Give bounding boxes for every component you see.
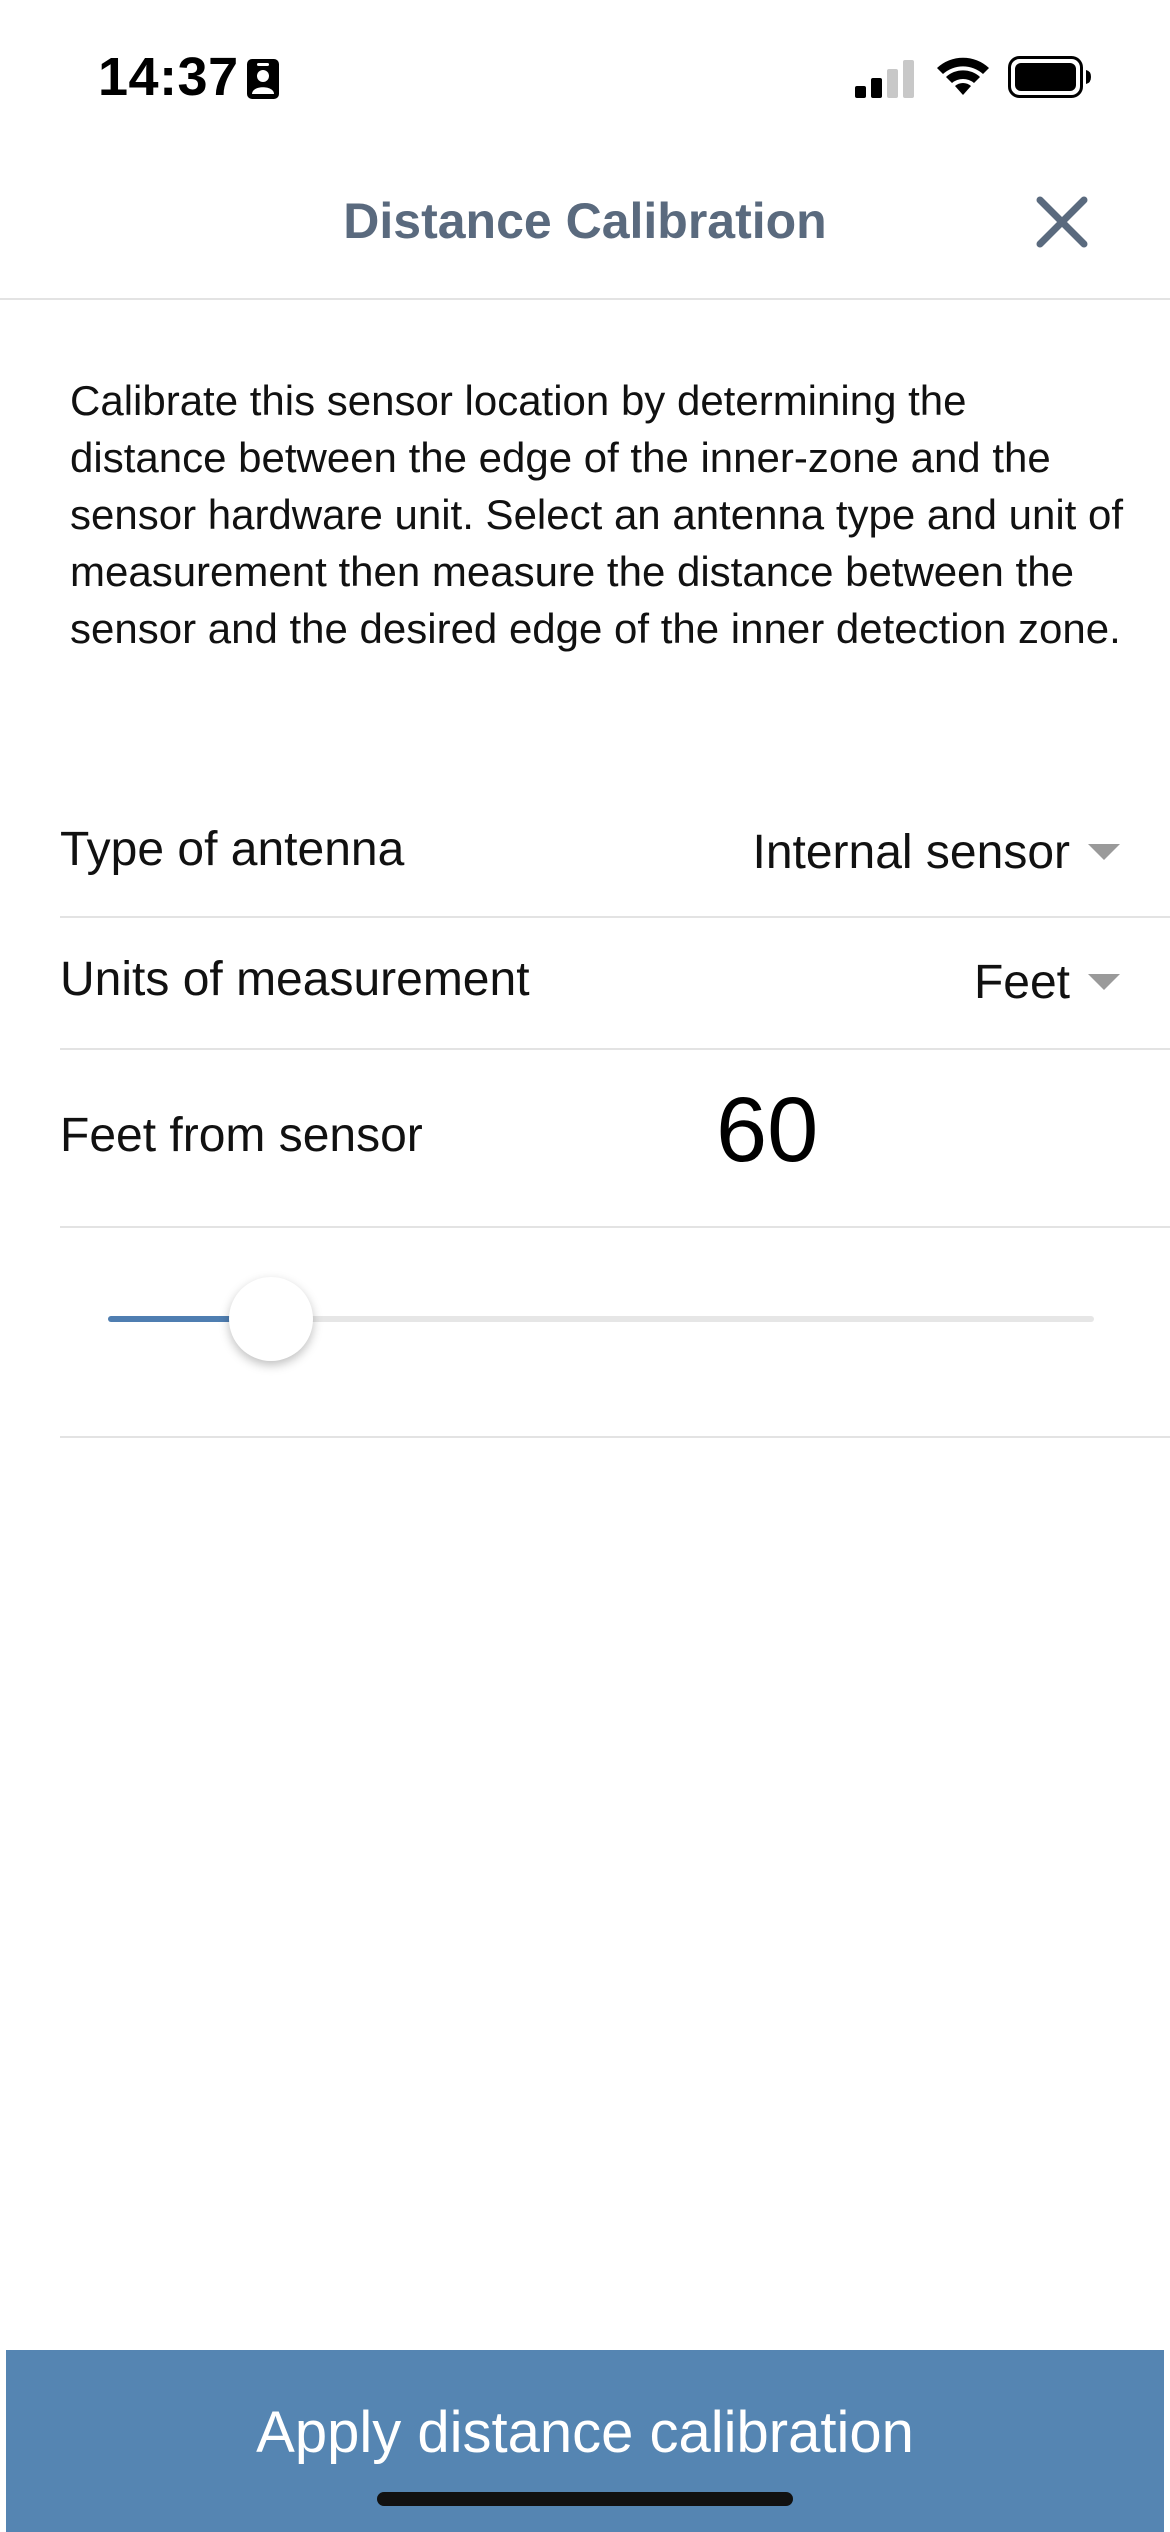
distance-label: Feet from sensor (60, 1109, 423, 1162)
distance-row: Feet from sensor 60 (60, 1050, 1170, 1228)
units-value: Feet (973, 955, 1070, 1009)
modal-header: Distance Calibration (0, 150, 1170, 300)
status-bar: 14:37 (0, 0, 1170, 150)
distance-slider-row (60, 1228, 1170, 1438)
person-card-icon (247, 59, 279, 99)
distance-value: 60 (716, 1079, 819, 1181)
units-select[interactable]: Feet (974, 942, 1170, 1022)
home-indicator (377, 2492, 793, 2506)
page-title: Distance Calibration (343, 193, 827, 249)
caret-down-icon (1088, 844, 1120, 860)
cellular-signal-icon (855, 60, 914, 98)
antenna-type-value: Internal sensor (752, 825, 1070, 879)
antenna-type-label: Type of antenna (60, 823, 405, 876)
close-button[interactable] (1030, 190, 1094, 254)
battery-icon (1008, 56, 1091, 98)
distance-slider[interactable] (108, 1277, 1094, 1361)
calibration-description: Calibrate this sensor location by determ… (70, 377, 1124, 652)
units-label: Units of measurement (60, 953, 530, 1006)
close-icon (1036, 196, 1088, 248)
antenna-type-select[interactable]: Internal sensor (752, 812, 1170, 892)
status-time: 14:37 (98, 47, 239, 107)
slider-thumb[interactable] (228, 1277, 313, 1361)
antenna-type-row: Type of antenna Internal sensor (60, 790, 1170, 918)
caret-down-icon (1088, 974, 1120, 990)
wifi-icon (937, 57, 989, 95)
units-row: Units of measurement Feet (60, 918, 1170, 1050)
